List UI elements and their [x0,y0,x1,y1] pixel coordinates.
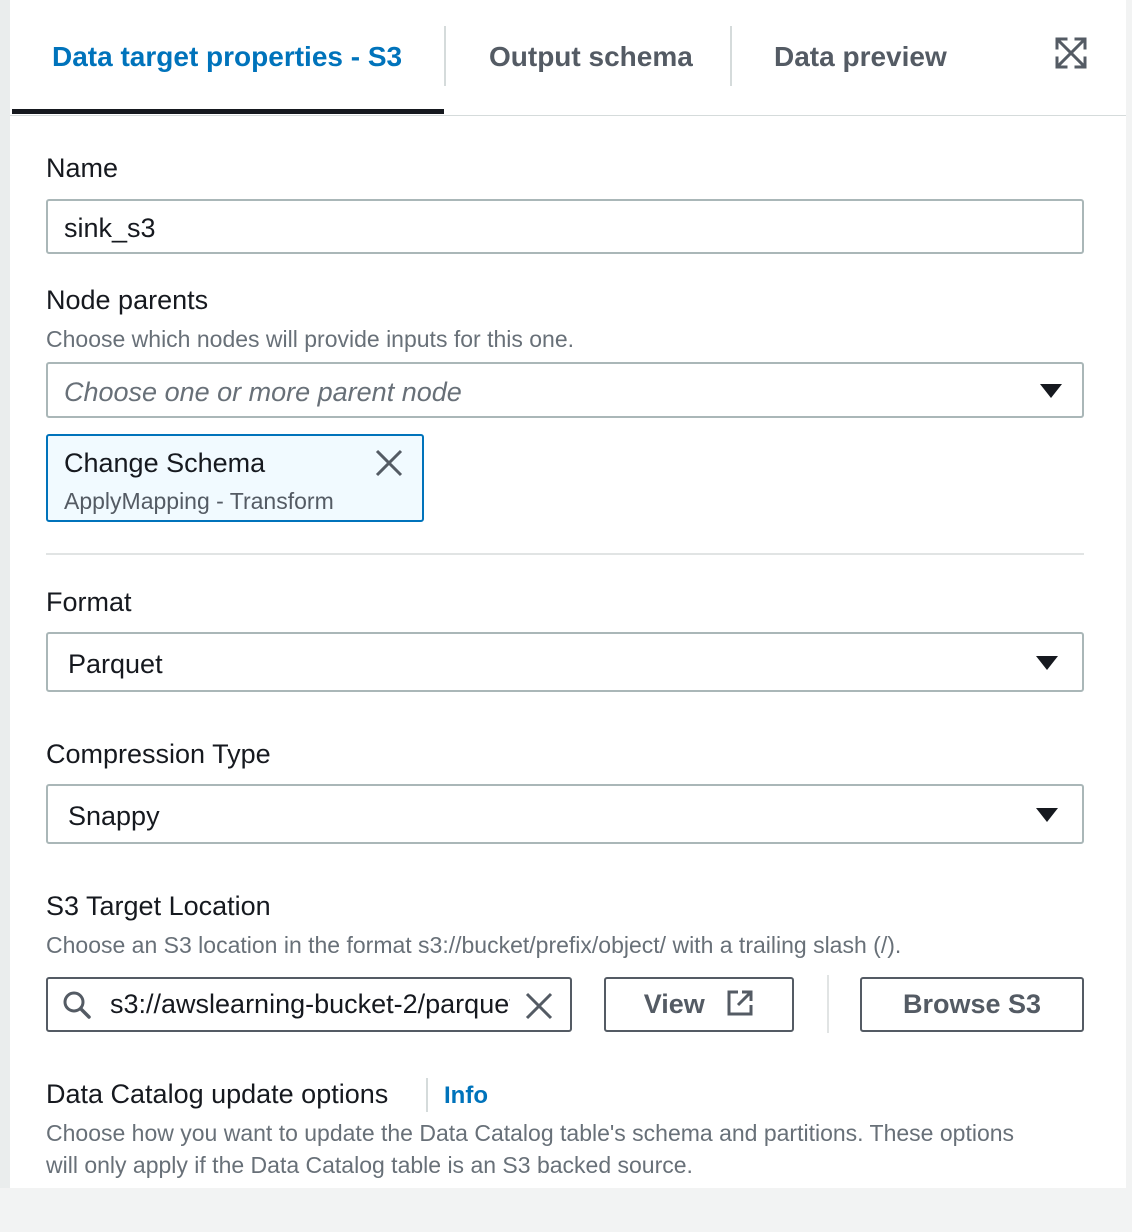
tab-output-schema[interactable]: Output schema [489,36,693,78]
active-tab-indicator [12,109,444,114]
close-icon[interactable] [374,448,404,478]
expand-icon[interactable] [1054,36,1088,70]
properties-panel: Data target properties - S3 Output schem… [0,0,1126,1188]
catalog-options-label: Data Catalog update options [46,1079,389,1109]
catalog-options-description-line1: Choose how you want to update the Data C… [46,1120,1015,1146]
s3-location-description: Choose an S3 location in the format s3:/… [46,932,902,958]
button-separator [827,975,829,1033]
caret-down-icon [1036,808,1058,822]
close-icon[interactable] [524,991,554,1021]
format-label: Format [46,587,132,617]
name-label: Name [46,153,119,183]
s3-location-input[interactable]: s3://awslearning-bucket-2/parquet/ [46,977,572,1032]
format-value: Parquet [68,649,163,679]
external-link-icon [727,990,753,1016]
caret-down-icon [1036,656,1058,670]
info-link[interactable]: Info [444,1082,488,1110]
parent-node-title: Change Schema [64,448,266,478]
view-button[interactable]: View [604,977,794,1032]
tab-data-target-properties[interactable]: Data target properties - S3 [52,36,402,78]
catalog-options-description-line2: will only apply if the Data Catalog tabl… [46,1152,693,1178]
parent-node-token: Change Schema ApplyMapping - Transform [46,434,424,522]
node-parents-description: Choose which nodes will provide inputs f… [46,326,575,352]
view-button-label: View [643,989,705,1019]
tab-separator [444,26,446,86]
browse-s3-button[interactable]: Browse S3 [860,977,1084,1032]
node-parents-label: Node parents [46,285,209,315]
tab-separator [730,26,732,86]
s3-location-label: S3 Target Location [46,891,271,921]
section-divider [46,553,1084,555]
name-value: sink_s3 [64,213,156,243]
compression-select[interactable]: Snappy [46,784,1084,844]
info-separator [426,1078,428,1112]
tab-bar: Data target properties - S3 Output schem… [10,0,1126,116]
format-select[interactable]: Parquet [46,632,1084,692]
node-parents-placeholder: Choose one or more parent node [64,377,462,407]
compression-label: Compression Type [46,739,271,769]
search-icon [63,991,91,1019]
s3-location-value: s3://awslearning-bucket-2/parquet/ [110,989,510,1019]
parent-node-subtitle: ApplyMapping - Transform [64,488,334,514]
compression-value: Snappy [68,801,160,831]
node-parents-select[interactable]: Choose one or more parent node [46,362,1084,418]
caret-down-icon [1040,384,1062,398]
tab-data-preview[interactable]: Data preview [774,36,947,78]
name-field[interactable]: sink_s3 [46,199,1084,254]
